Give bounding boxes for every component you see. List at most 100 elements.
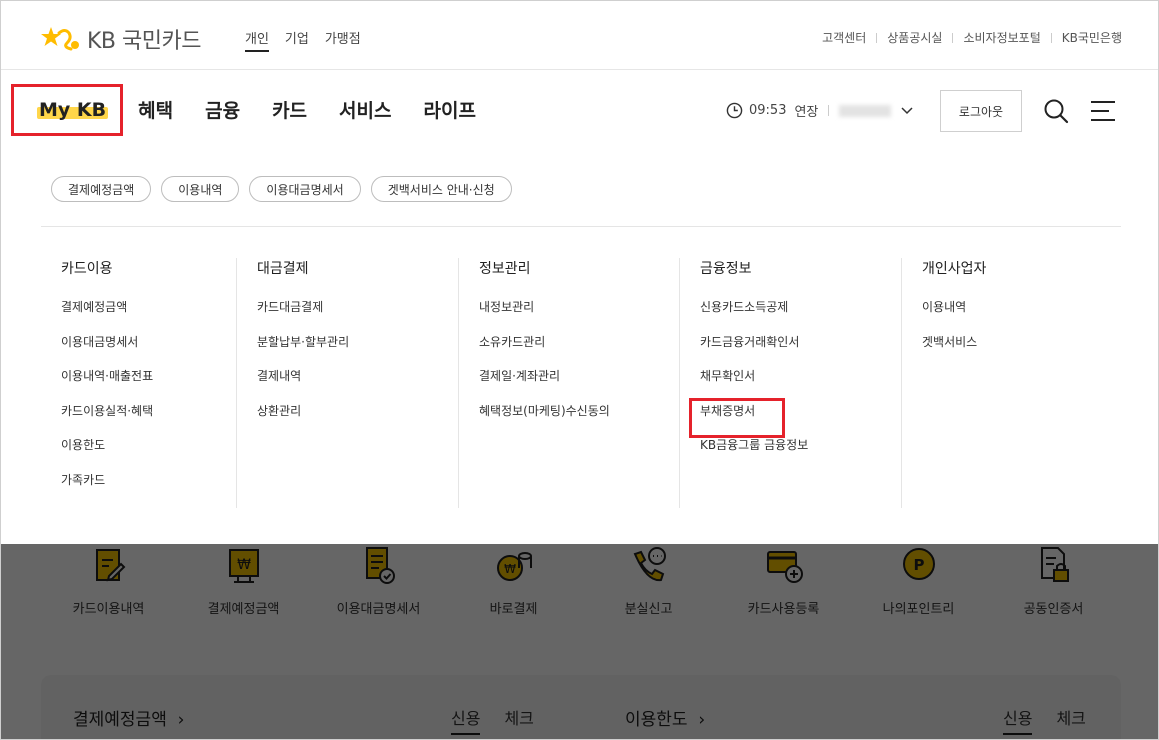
menu-link[interactable]: 분할납부·할부관리	[257, 333, 458, 368]
svg-text:₩: ₩	[237, 557, 251, 573]
hamburger-menu-icon[interactable]	[1090, 100, 1116, 122]
column-title: 개인사업자	[922, 261, 987, 277]
chip-payment-due[interactable]: 결제예정금액	[51, 176, 152, 202]
svg-text:P: P	[913, 556, 924, 574]
logout-button[interactable]: 로그아웃	[940, 90, 1022, 132]
menu-link[interactable]: 혜택정보(마케팅)수신동의	[479, 402, 679, 437]
divider	[1050, 32, 1052, 43]
column-financial-info: 금융정보 신용카드소득공제 카드금융거래확인서 채무확인서 부채증명서 KB금융…	[679, 258, 901, 508]
column-title: 카드이용	[61, 261, 113, 277]
quick-card-usage[interactable]: 카드이용내역	[41, 544, 176, 617]
chevron-down-icon[interactable]	[901, 106, 913, 115]
user-name-blurred[interactable]	[839, 104, 892, 117]
menu-service[interactable]: 서비스	[339, 96, 391, 123]
column-title: 정보관리	[479, 261, 531, 277]
quick-payment-due[interactable]: ₩ 결제예정금액	[176, 544, 311, 617]
quick-card-register-label: 카드사용등록	[747, 602, 820, 617]
quick-my-pointree-label: 나의포인트리	[882, 602, 955, 617]
quick-certificate[interactable]: 공동인증서	[986, 544, 1121, 617]
menu-link[interactable]: 이용내역·매출전표	[61, 367, 236, 402]
chip-usage-history[interactable]: 이용내역	[161, 176, 240, 202]
quick-instant-payment-label: 바로결제	[489, 602, 538, 617]
top-utility-bar: KB 국민카드 개인 기업 가맹점 고객센터 상품공시실 소비자정보포털 KB국…	[1, 1, 1158, 70]
column-card-usage: 카드이용 결제예정금액 이용대금명세서 이용내역·매출전표 카드이용실적·혜택 …	[41, 258, 236, 508]
tab-check[interactable]: 체크	[1056, 705, 1085, 735]
menu-link[interactable]: 카드이용실적·혜택	[61, 402, 236, 437]
menu-link[interactable]: KB금융그룹 금융정보	[700, 436, 901, 471]
menu-link[interactable]: 소유카드관리	[479, 333, 679, 368]
quick-card-register[interactable]: 카드사용등록	[716, 544, 851, 617]
quick-certificate-label: 공동인증서	[1023, 602, 1084, 617]
my-kb-annotation-box	[11, 84, 123, 136]
tab-credit[interactable]: 신용	[1003, 705, 1033, 735]
util-kb-bank[interactable]: KB국민은행	[1062, 29, 1122, 46]
util-product-disclosure[interactable]: 상품공시실	[887, 29, 942, 46]
limit-title[interactable]: 이용한도 ›	[625, 705, 705, 730]
divider	[828, 105, 830, 116]
segment-merchant[interactable]: 가맹점	[325, 28, 361, 52]
won-bill-icon: ₩	[228, 549, 259, 583]
document-pen-icon	[95, 549, 125, 582]
menu-link[interactable]: 카드대금결제	[257, 298, 458, 333]
quick-statement[interactable]: 이용대금명세서	[311, 544, 446, 617]
clock-icon	[726, 102, 743, 119]
point-coin-icon: P	[902, 548, 935, 580]
menu-link[interactable]: 가족카드	[61, 471, 236, 506]
chip-statement[interactable]: 이용대금명세서	[249, 176, 361, 202]
quick-my-pointree[interactable]: P 나의포인트리	[851, 544, 986, 617]
kb-star-logo-icon	[41, 27, 79, 51]
chevron-right-icon: ›	[172, 710, 185, 730]
card-add-icon	[766, 551, 803, 583]
menu-finance[interactable]: 금융	[205, 96, 240, 123]
statement-check-icon	[365, 547, 395, 584]
main-nav: My KB 혜택 금융 카드 서비스 라이프 09:53 연장 로그아웃	[1, 70, 1158, 150]
divider	[876, 32, 878, 43]
menu-benefits[interactable]: 혜택	[138, 96, 173, 123]
tab-credit[interactable]: 신용	[451, 705, 481, 735]
segment-business[interactable]: 기업	[285, 28, 309, 52]
quick-payment-due-label: 결제예정금액	[207, 602, 280, 617]
summary-card: 결제예정금액 › 신용 체크 이용한도 › 신용 체크	[41, 675, 1121, 739]
menu-link[interactable]: 이용대금명세서	[61, 333, 236, 368]
menu-link[interactable]: 이용한도	[61, 436, 236, 471]
svg-text:₩: ₩	[504, 562, 516, 576]
menu-life[interactable]: 라이프	[423, 96, 475, 123]
quick-loss-report[interactable]: 분실신고	[581, 544, 716, 617]
segment-personal[interactable]: 개인	[245, 28, 269, 52]
session-time: 09:53	[749, 103, 787, 118]
my-kb-mega-menu: 결제예정금액 이용내역 이용대금명세서 겟백서비스 안내·신청 카드이용 결제예…	[1, 150, 1158, 544]
session-extend-button[interactable]: 연장	[794, 101, 818, 120]
tab-check[interactable]: 체크	[504, 705, 533, 735]
menu-link[interactable]: 결제예정금액	[61, 298, 236, 333]
menu-link[interactable]: 이용내역	[922, 298, 1121, 333]
kb-logo[interactable]: KB 국민카드	[41, 23, 201, 55]
quick-instant-payment[interactable]: ₩ 바로결제	[446, 544, 581, 617]
column-title: 금융정보	[700, 261, 752, 277]
menu-card[interactable]: 카드	[272, 96, 307, 123]
column-info-management: 정보관리 내정보관리 소유카드관리 결제일·계좌관리 혜택정보(마케팅)수신동의	[458, 258, 679, 508]
won-coin-stack-icon: ₩	[496, 552, 532, 581]
search-icon[interactable]	[1043, 98, 1069, 124]
payment-due-tabs: 신용 체크	[451, 705, 534, 735]
util-consumer-portal[interactable]: 소비자정보포털	[963, 29, 1040, 46]
limit-tabs: 신용 체크	[1003, 705, 1086, 735]
quick-statement-label: 이용대금명세서	[336, 602, 421, 617]
payment-due-title[interactable]: 결제예정금액 ›	[73, 705, 184, 730]
menu-link[interactable]: 채무확인서	[700, 367, 901, 402]
customer-segment-tabs: 개인 기업 가맹점	[245, 28, 361, 52]
utility-links: 고객센터 상품공시실 소비자정보포털 KB국민은행	[822, 29, 1122, 46]
menu-link[interactable]: 상환관리	[257, 402, 458, 437]
session-info: 09:53 연장	[726, 101, 913, 120]
browser-frame: KB 국민카드 개인 기업 가맹점 고객센터 상품공시실 소비자정보포털 KB국…	[0, 0, 1159, 740]
menu-link[interactable]: 카드금융거래확인서	[700, 333, 901, 368]
menu-link[interactable]: 결제일·계좌관리	[479, 367, 679, 402]
menu-link[interactable]: 결제내역	[257, 367, 458, 402]
menu-link[interactable]: 겟백서비스	[922, 333, 1121, 368]
menu-link[interactable]: 신용카드소득공제	[700, 298, 901, 333]
divider	[41, 226, 1121, 227]
phone-chat-icon	[633, 547, 666, 582]
quick-loss-report-label: 분실신고	[624, 602, 673, 617]
util-customer-center[interactable]: 고객센터	[822, 29, 866, 46]
chip-getback-service[interactable]: 겟백서비스 안내·신청	[370, 176, 512, 202]
menu-link[interactable]: 내정보관리	[479, 298, 679, 333]
